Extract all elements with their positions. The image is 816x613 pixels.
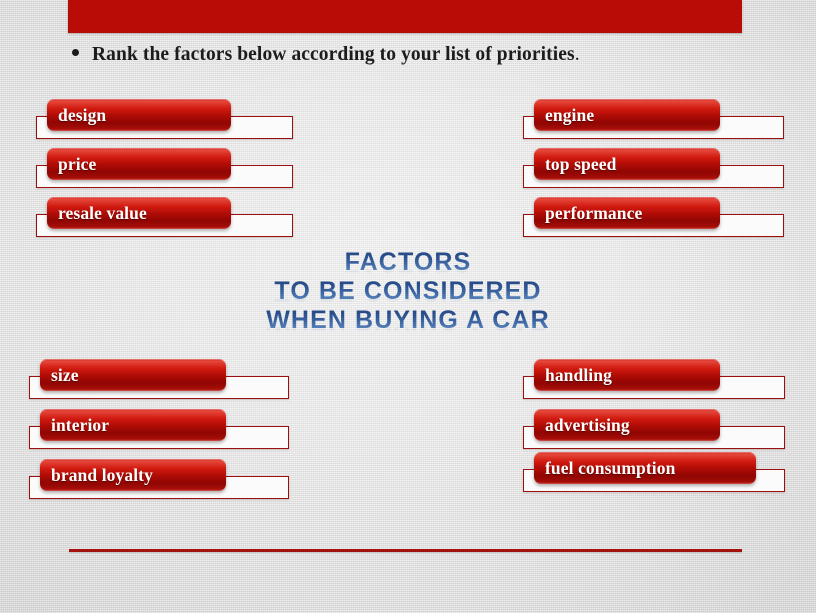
instruction-period: . bbox=[574, 44, 580, 65]
top-red-banner bbox=[68, 0, 742, 33]
factor-label: handling bbox=[545, 364, 612, 385]
factor-pill[interactable]: interior bbox=[40, 409, 226, 441]
factor-pill[interactable]: size bbox=[40, 359, 226, 391]
center-title: FACTORS TO BE CONSIDERED WHEN BUYING A C… bbox=[0, 248, 816, 335]
slide-canvas: Rank the factors below according to your… bbox=[0, 0, 816, 613]
factor-pill[interactable]: resale value bbox=[47, 197, 231, 229]
instruction-line: Rank the factors below according to your… bbox=[72, 44, 580, 66]
factor-pill[interactable]: performance bbox=[534, 197, 720, 229]
factor-label: engine bbox=[545, 104, 595, 125]
factor-label: resale value bbox=[58, 202, 147, 223]
factor-label: advertising bbox=[545, 414, 630, 435]
instruction-sentence: Rank the factors below according to your… bbox=[92, 44, 575, 65]
factor-label: price bbox=[58, 153, 97, 174]
factor-pill[interactable]: brand loyalty bbox=[40, 459, 226, 491]
factor-pill[interactable]: advertising bbox=[534, 409, 720, 441]
factor-label: design bbox=[58, 104, 107, 125]
title-line-2: TO BE CONSIDERED bbox=[0, 277, 816, 306]
bottom-red-rule bbox=[69, 549, 742, 552]
factor-label: top speed bbox=[545, 153, 617, 174]
factor-label: performance bbox=[545, 202, 643, 223]
factor-label: fuel consumption bbox=[545, 457, 676, 478]
title-line-3: WHEN BUYING A CAR bbox=[0, 306, 816, 335]
factor-pill[interactable]: top speed bbox=[534, 148, 720, 180]
factor-pill[interactable]: handling bbox=[534, 359, 720, 391]
factor-pill[interactable]: fuel consumption bbox=[534, 452, 756, 484]
factor-pill[interactable]: engine bbox=[534, 99, 720, 131]
factor-pill[interactable]: price bbox=[47, 148, 231, 180]
factor-label: size bbox=[51, 364, 79, 385]
factor-label: interior bbox=[51, 414, 110, 435]
bullet-point-icon bbox=[72, 49, 79, 56]
title-line-1: FACTORS bbox=[0, 248, 816, 277]
factor-pill[interactable]: design bbox=[47, 99, 231, 131]
instruction-text: Rank the factors below according to your… bbox=[92, 44, 580, 66]
factor-label: brand loyalty bbox=[51, 464, 153, 485]
